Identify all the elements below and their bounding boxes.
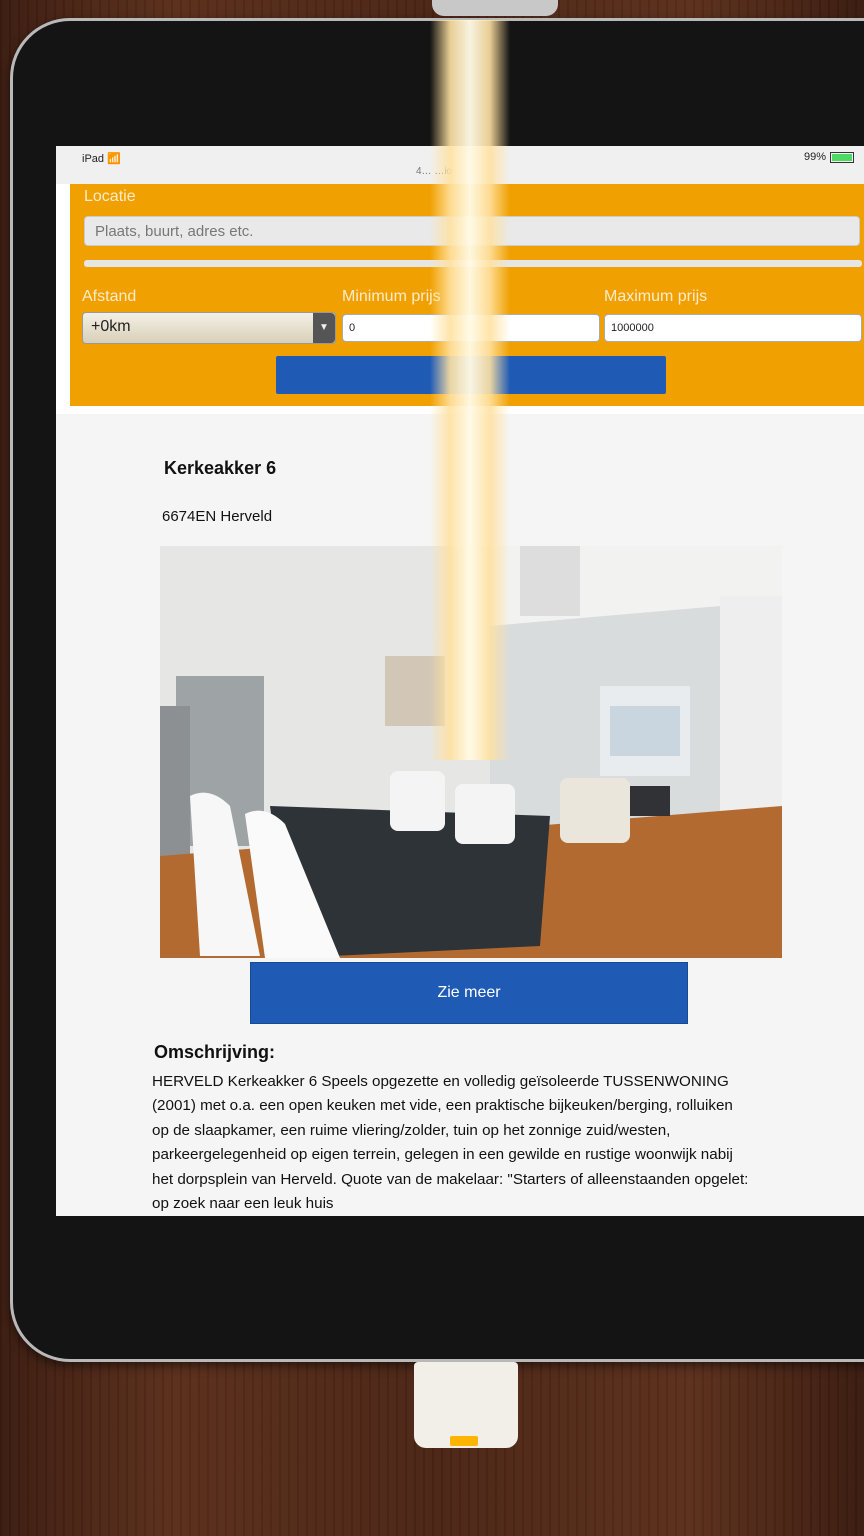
device-name: iPad <box>82 153 105 165</box>
listing-title: Kerkeakker 6 <box>164 458 277 478</box>
light-glare <box>430 20 510 760</box>
max-price-label: Maximum prijs <box>604 288 708 305</box>
description-title: Omschrijving: <box>154 1042 276 1062</box>
distance-label: Afstand <box>82 288 137 305</box>
distance-select[interactable]: +0km ▼ <box>82 312 336 344</box>
charger-light <box>450 1436 478 1446</box>
chevron-down-icon: ▼ <box>313 313 335 343</box>
battery-fill <box>832 153 852 161</box>
min-price-label: Minimum prijs <box>342 288 441 305</box>
charger-block <box>414 1362 518 1448</box>
distance-value: +0km <box>91 318 131 335</box>
description-text: HERVELD Kerkeakker 6 Speels opgezette en… <box>152 1073 749 1213</box>
battery-icon <box>830 151 854 163</box>
battery-indicator: 99% <box>804 151 854 163</box>
device-label: iPad 📶 <box>82 152 121 165</box>
battery-percent: 99% <box>803 151 826 163</box>
max-price-input[interactable]: 1000000 <box>604 314 862 342</box>
location-label: Locatie <box>84 188 136 205</box>
listing-postcode: 6674EN Herveld <box>162 508 273 525</box>
device-stand-top <box>432 0 558 16</box>
see-more-button[interactable]: Zie meer <box>250 962 688 1024</box>
wifi-icon: 📶 <box>107 153 121 165</box>
